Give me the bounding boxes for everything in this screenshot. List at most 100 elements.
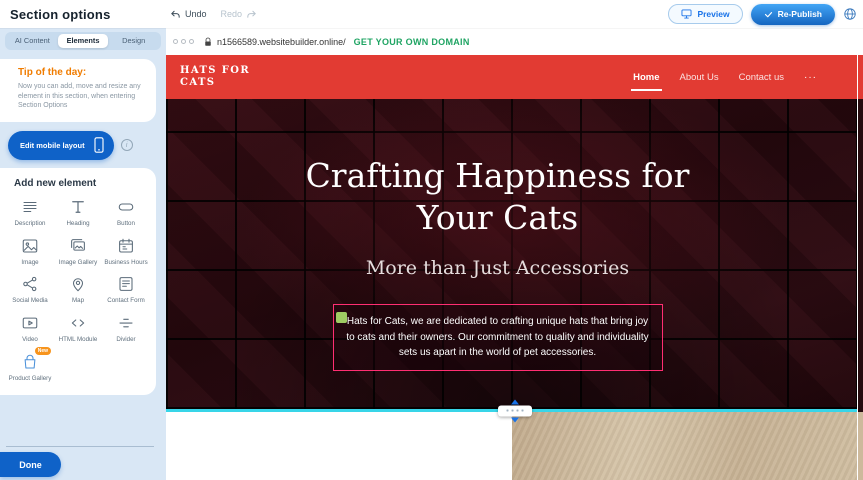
undo-label: Undo [185, 9, 207, 19]
heading-icon [69, 197, 87, 217]
site-logo[interactable]: Hats for Cats [180, 65, 270, 89]
hero-heading[interactable]: Crafting Happiness for Your Cats [278, 155, 718, 239]
next-section-image [512, 412, 863, 480]
preview-label: Preview [697, 9, 729, 19]
add-element-image[interactable]: Image [6, 236, 54, 267]
add-element-map[interactable]: Map [54, 274, 102, 305]
add-element-social-media[interactable]: Social Media [6, 274, 54, 305]
element-handle-icon[interactable] [336, 312, 347, 323]
section-resize-handle[interactable] [498, 399, 532, 422]
phone-icon [94, 137, 104, 153]
sidebar-divider [6, 446, 154, 447]
republish-label: Re-Publish [778, 9, 822, 19]
new-badge: New [35, 347, 51, 355]
tab-ai-content[interactable]: AI Content [7, 34, 58, 48]
drag-handle-pill[interactable] [498, 405, 532, 416]
add-element-heading[interactable]: Heading [54, 197, 102, 228]
nav-item-home[interactable]: Home [633, 72, 659, 83]
strip-hero-segment [858, 99, 863, 412]
top-bar: Section options Undo Redo Preview Re-Pub… [0, 0, 863, 28]
description-icon [21, 197, 39, 217]
preview-button[interactable]: Preview [668, 4, 742, 24]
browser-dot [189, 39, 194, 44]
republish-button[interactable]: Re-Publish [751, 4, 835, 25]
element-label: Image Gallery [59, 259, 98, 267]
contact-form-icon [117, 274, 135, 294]
monitor-icon [681, 9, 692, 19]
hero-subheading[interactable]: More than Just Accessories [166, 257, 829, 279]
add-panel-title: Add new element [14, 178, 152, 189]
globe-icon[interactable] [843, 7, 857, 21]
nav-item-contact-us[interactable]: Contact us [739, 72, 784, 83]
element-label: Social Media [12, 297, 47, 305]
done-button[interactable]: Done [0, 452, 61, 477]
element-label: Divider [116, 336, 135, 344]
redo-button[interactable]: Redo [221, 9, 258, 20]
hero-section[interactable]: Crafting Happiness for Your Cats More th… [166, 99, 863, 409]
page-title: Section options [10, 7, 111, 22]
edit-mobile-row: Edit mobile layout i [8, 131, 166, 160]
nav-item-about-us[interactable]: About Us [680, 72, 719, 83]
hero-paragraph-box[interactable]: Hats for Cats, we are dedicated to craft… [333, 304, 663, 371]
tab-elements[interactable]: Elements [58, 34, 109, 48]
tab-design[interactable]: Design [108, 34, 159, 48]
element-label: HTML Module [59, 336, 98, 344]
next-section [166, 412, 863, 480]
browser-bar: n1566589.websitebuilder.online/ GET YOUR… [166, 28, 863, 55]
button-icon [117, 197, 135, 217]
drag-dots-icon [505, 409, 524, 413]
add-element-divider[interactable]: Divider [102, 313, 150, 344]
section-divider-line [166, 409, 863, 412]
app-window: Section options Undo Redo Preview Re-Pub… [0, 0, 863, 480]
element-grid: Description Heading Button Image Image G… [4, 197, 152, 383]
add-element-panel: Add new element Description Heading Butt… [0, 168, 156, 395]
undo-button[interactable]: Undo [170, 9, 207, 20]
browser-dot [173, 39, 178, 44]
hero-paragraph[interactable]: Hats for Cats, we are dedicated to craft… [346, 314, 650, 361]
element-label: Business Hours [104, 259, 147, 267]
add-element-contact-form[interactable]: Contact Form [102, 274, 150, 305]
element-label: Button [117, 220, 135, 228]
map-icon [69, 274, 87, 294]
info-icon[interactable]: i [121, 139, 133, 151]
add-element-image-gallery[interactable]: Image Gallery [54, 236, 102, 267]
element-label: Video [22, 336, 38, 344]
history-controls: Undo Redo [170, 0, 257, 28]
strip-next-segment [858, 412, 863, 480]
video-icon [21, 313, 39, 333]
add-element-html-module[interactable]: HTML Module [54, 313, 102, 344]
element-label: Image [21, 259, 38, 267]
add-element-video[interactable]: Video [6, 313, 54, 344]
sidebar-tabs: AI Content Elements Design [5, 32, 161, 50]
check-icon [764, 10, 773, 19]
site-url[interactable]: n1566589.websitebuilder.online/ [217, 37, 346, 47]
add-element-description[interactable]: Description [6, 197, 54, 228]
top-right-actions: Preview Re-Publish [668, 0, 857, 28]
add-element-product-gallery[interactable]: New Product Gallery [6, 352, 54, 383]
business-hours-icon [117, 236, 135, 256]
redo-icon [246, 9, 257, 20]
next-section-blank [166, 412, 512, 480]
redo-label: Redo [221, 9, 243, 19]
edit-mobile-layout-label: Edit mobile layout [20, 141, 85, 150]
add-element-business-hours[interactable]: Business Hours [102, 236, 150, 267]
get-domain-link[interactable]: GET YOUR OWN DOMAIN [354, 37, 470, 47]
html-module-icon [69, 313, 87, 333]
site-header[interactable]: Hats for Cats Home About Us Contact us ·… [166, 55, 863, 99]
tip-of-the-day-panel: Tip of the day: Now you can add, move an… [0, 59, 156, 122]
page-edge-strip [857, 55, 863, 480]
undo-icon [170, 9, 181, 20]
preview-area: n1566589.websitebuilder.online/ GET YOUR… [166, 28, 863, 480]
strip-header-segment [858, 55, 863, 99]
nav-more-icon[interactable]: ··· [804, 72, 817, 83]
element-label: Product Gallery [9, 375, 52, 383]
social-media-icon [21, 274, 39, 294]
image-gallery-icon [69, 236, 87, 256]
tip-title: Tip of the day: [18, 67, 144, 78]
resize-down-arrow-icon [511, 417, 519, 422]
element-label: Contact Form [107, 297, 144, 305]
element-label: Map [72, 297, 84, 305]
product-gallery-icon: New [21, 352, 39, 372]
edit-mobile-layout-button[interactable]: Edit mobile layout [8, 131, 114, 160]
add-element-button[interactable]: Button [102, 197, 150, 228]
